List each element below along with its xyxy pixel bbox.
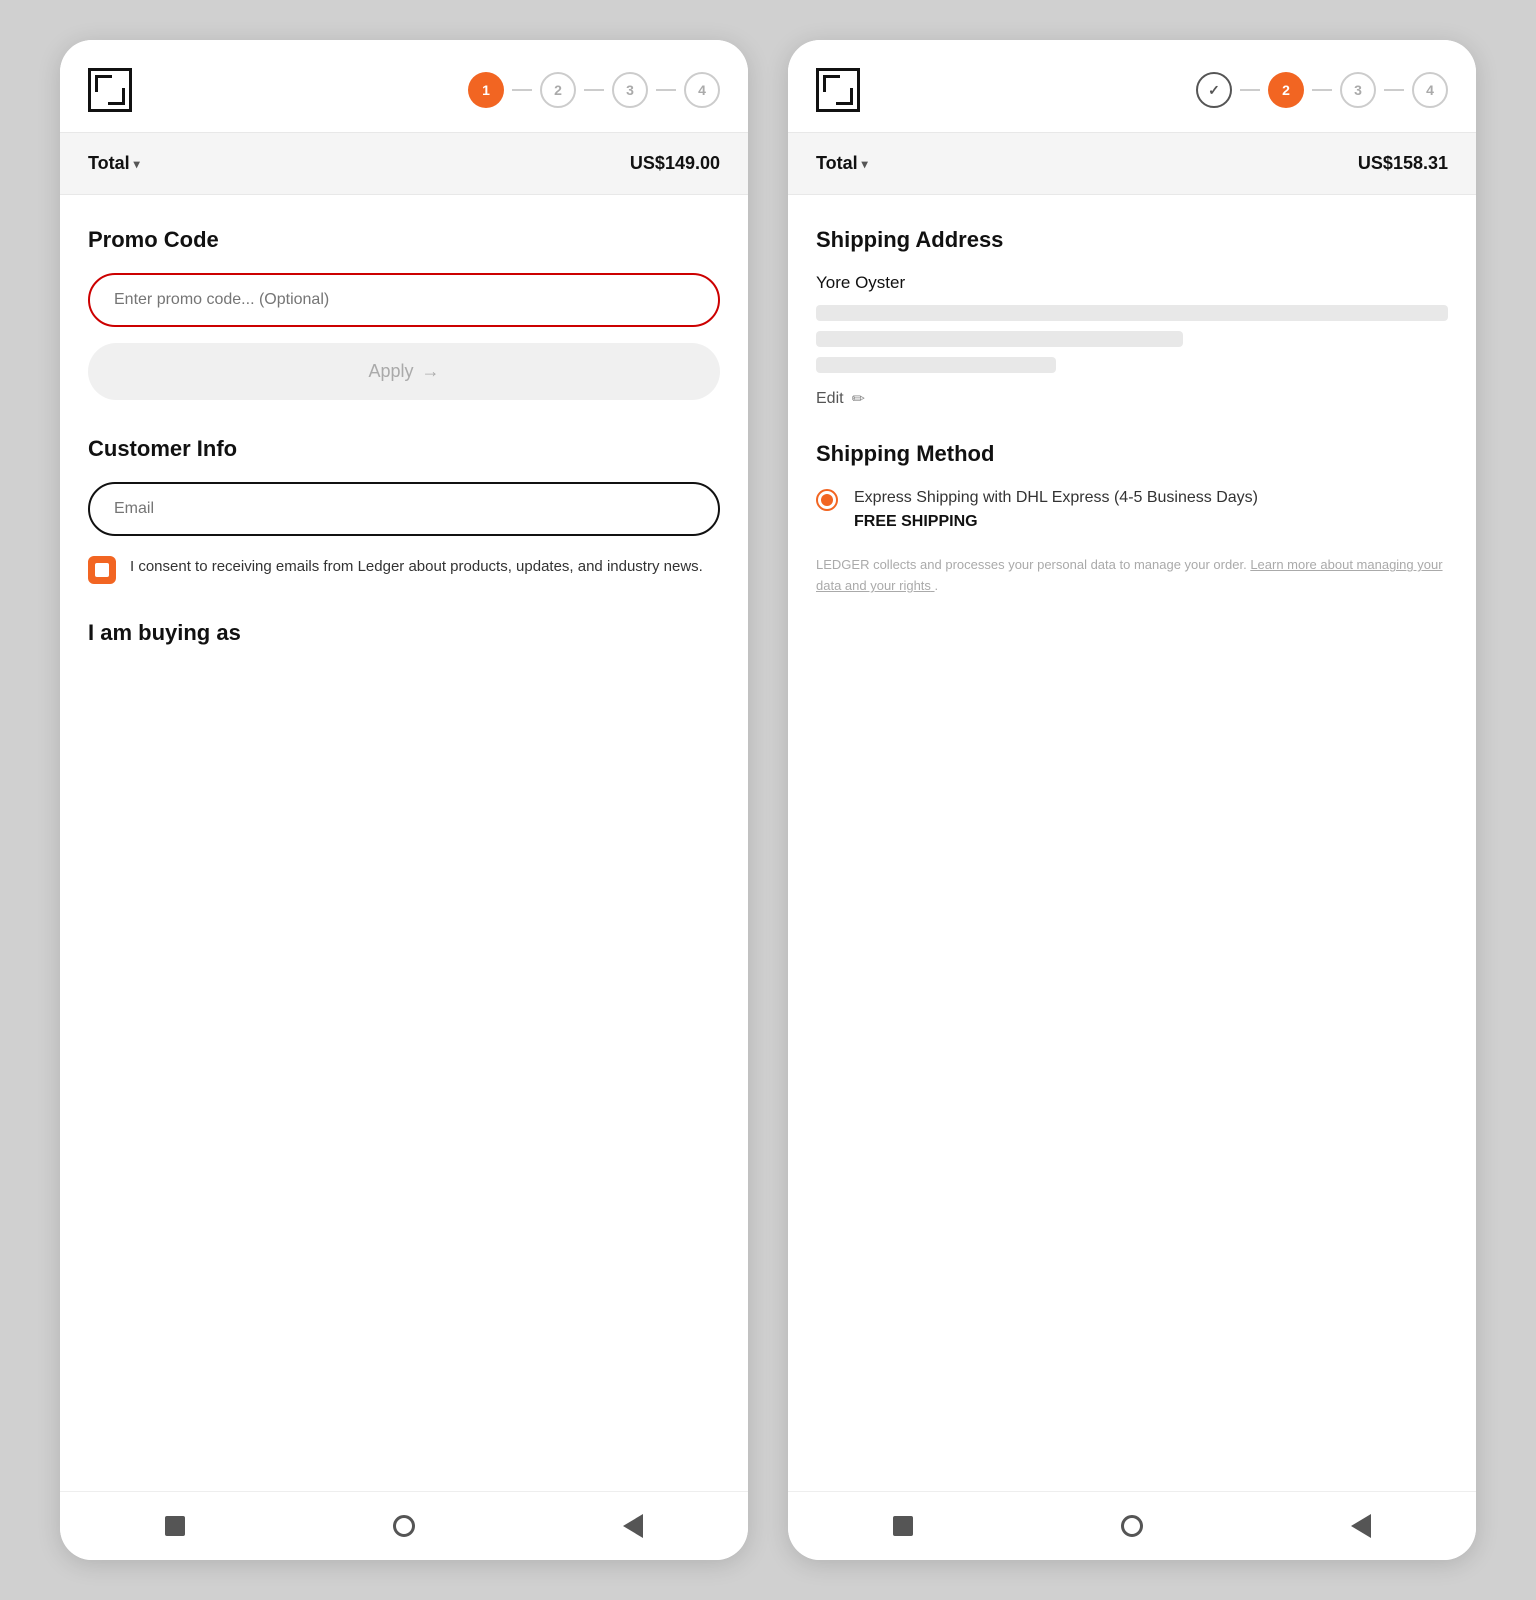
nav-back-icon[interactable] (619, 1512, 647, 1540)
right-nav-square-icon[interactable] (889, 1512, 917, 1540)
radio-inner (821, 494, 833, 506)
right-step-dash-3-4 (1384, 89, 1404, 91)
left-screen: 1 2 3 4 Total ▾ US$14 (60, 40, 748, 1560)
buying-as-section-title: I am buying as (88, 620, 720, 646)
shipping-radio[interactable] (816, 489, 838, 511)
step-2[interactable]: 2 (540, 72, 576, 108)
right-header: ✓ 2 3 4 (788, 40, 1476, 132)
promo-input-wrapper[interactable] (88, 273, 720, 327)
right-bottom-nav (788, 1491, 1476, 1560)
right-nav-circle-icon[interactable] (1118, 1512, 1146, 1540)
step-1[interactable]: 1 (468, 72, 504, 108)
address-line-3 (816, 357, 1056, 373)
right-step-dash-2-3 (1312, 89, 1332, 91)
address-name: Yore Oyster (816, 273, 1448, 293)
step-dash-1-2 (512, 89, 532, 91)
right-screen: ✓ 2 3 4 Total ▾ US$15 (788, 40, 1476, 1560)
step-dash-2-3 (584, 89, 604, 91)
right-steps-nav: ✓ 2 3 4 (1196, 72, 1448, 108)
right-nav-back-icon[interactable] (1347, 1512, 1375, 1540)
left-content: Promo Code Apply → Customer Info I conse… (60, 195, 748, 1491)
privacy-text-block: LEDGER collects and processes your perso… (816, 555, 1448, 597)
left-header: 1 2 3 4 (60, 40, 748, 132)
email-input-wrapper[interactable] (88, 482, 720, 536)
right-chevron-down-icon: ▾ (862, 157, 868, 171)
apply-button[interactable]: Apply → (88, 343, 720, 400)
email-input[interactable] (114, 500, 694, 518)
left-total-amount: US$149.00 (630, 153, 720, 174)
right-step-4[interactable]: 4 (1412, 72, 1448, 108)
privacy-text-start: LEDGER collects and processes your perso… (816, 557, 1247, 572)
customer-info-section-title: Customer Info (88, 436, 720, 462)
chevron-down-icon: ▾ (134, 157, 140, 171)
shipping-text-block: Express Shipping with DHL Express (4-5 B… (854, 487, 1448, 531)
left-steps-nav: 1 2 3 4 (468, 72, 720, 108)
nav-circle-icon[interactable] (390, 1512, 418, 1540)
edit-address-row[interactable]: Edit ✏ (816, 389, 1448, 409)
shipping-address-section-title: Shipping Address (816, 227, 1448, 253)
promo-code-input[interactable] (114, 291, 694, 309)
shipping-price: FREE SHIPPING (854, 513, 1448, 531)
logo-icon (88, 68, 132, 112)
address-line-1 (816, 305, 1448, 321)
right-content: Shipping Address Yore Oyster Edit ✏ Ship… (788, 195, 1476, 1491)
right-step-3[interactable]: 3 (1340, 72, 1376, 108)
consent-checkbox-row: I consent to receiving emails from Ledge… (88, 556, 720, 584)
pencil-icon: ✏ (852, 389, 865, 409)
nav-square-icon[interactable] (161, 1512, 189, 1540)
promo-section-title: Promo Code (88, 227, 720, 253)
step-3[interactable]: 3 (612, 72, 648, 108)
consent-label: I consent to receiving emails from Ledge… (130, 556, 703, 579)
left-total-bar[interactable]: Total ▾ US$149.00 (60, 132, 748, 195)
shipping-option[interactable]: Express Shipping with DHL Express (4-5 B… (816, 487, 1448, 531)
step-dash-3-4 (656, 89, 676, 91)
right-step-dash-1-2 (1240, 89, 1260, 91)
checkbox-inner (95, 563, 109, 577)
right-step-2[interactable]: 2 (1268, 72, 1304, 108)
shipping-description: Express Shipping with DHL Express (4-5 B… (854, 487, 1448, 509)
left-total-label: Total ▾ (88, 153, 140, 174)
shipping-method-section-title: Shipping Method (816, 441, 1448, 467)
right-total-bar[interactable]: Total ▾ US$158.31 (788, 132, 1476, 195)
left-bottom-nav (60, 1491, 748, 1560)
right-total-label: Total ▾ (816, 153, 868, 174)
right-step-1[interactable]: ✓ (1196, 72, 1232, 108)
edit-label: Edit (816, 390, 844, 408)
privacy-text-end: . (935, 578, 939, 593)
address-line-2 (816, 331, 1183, 347)
right-total-amount: US$158.31 (1358, 153, 1448, 174)
screens-wrapper: 1 2 3 4 Total ▾ US$14 (0, 0, 1536, 1600)
step-4[interactable]: 4 (684, 72, 720, 108)
consent-checkbox[interactable] (88, 556, 116, 584)
right-logo-icon (816, 68, 860, 112)
